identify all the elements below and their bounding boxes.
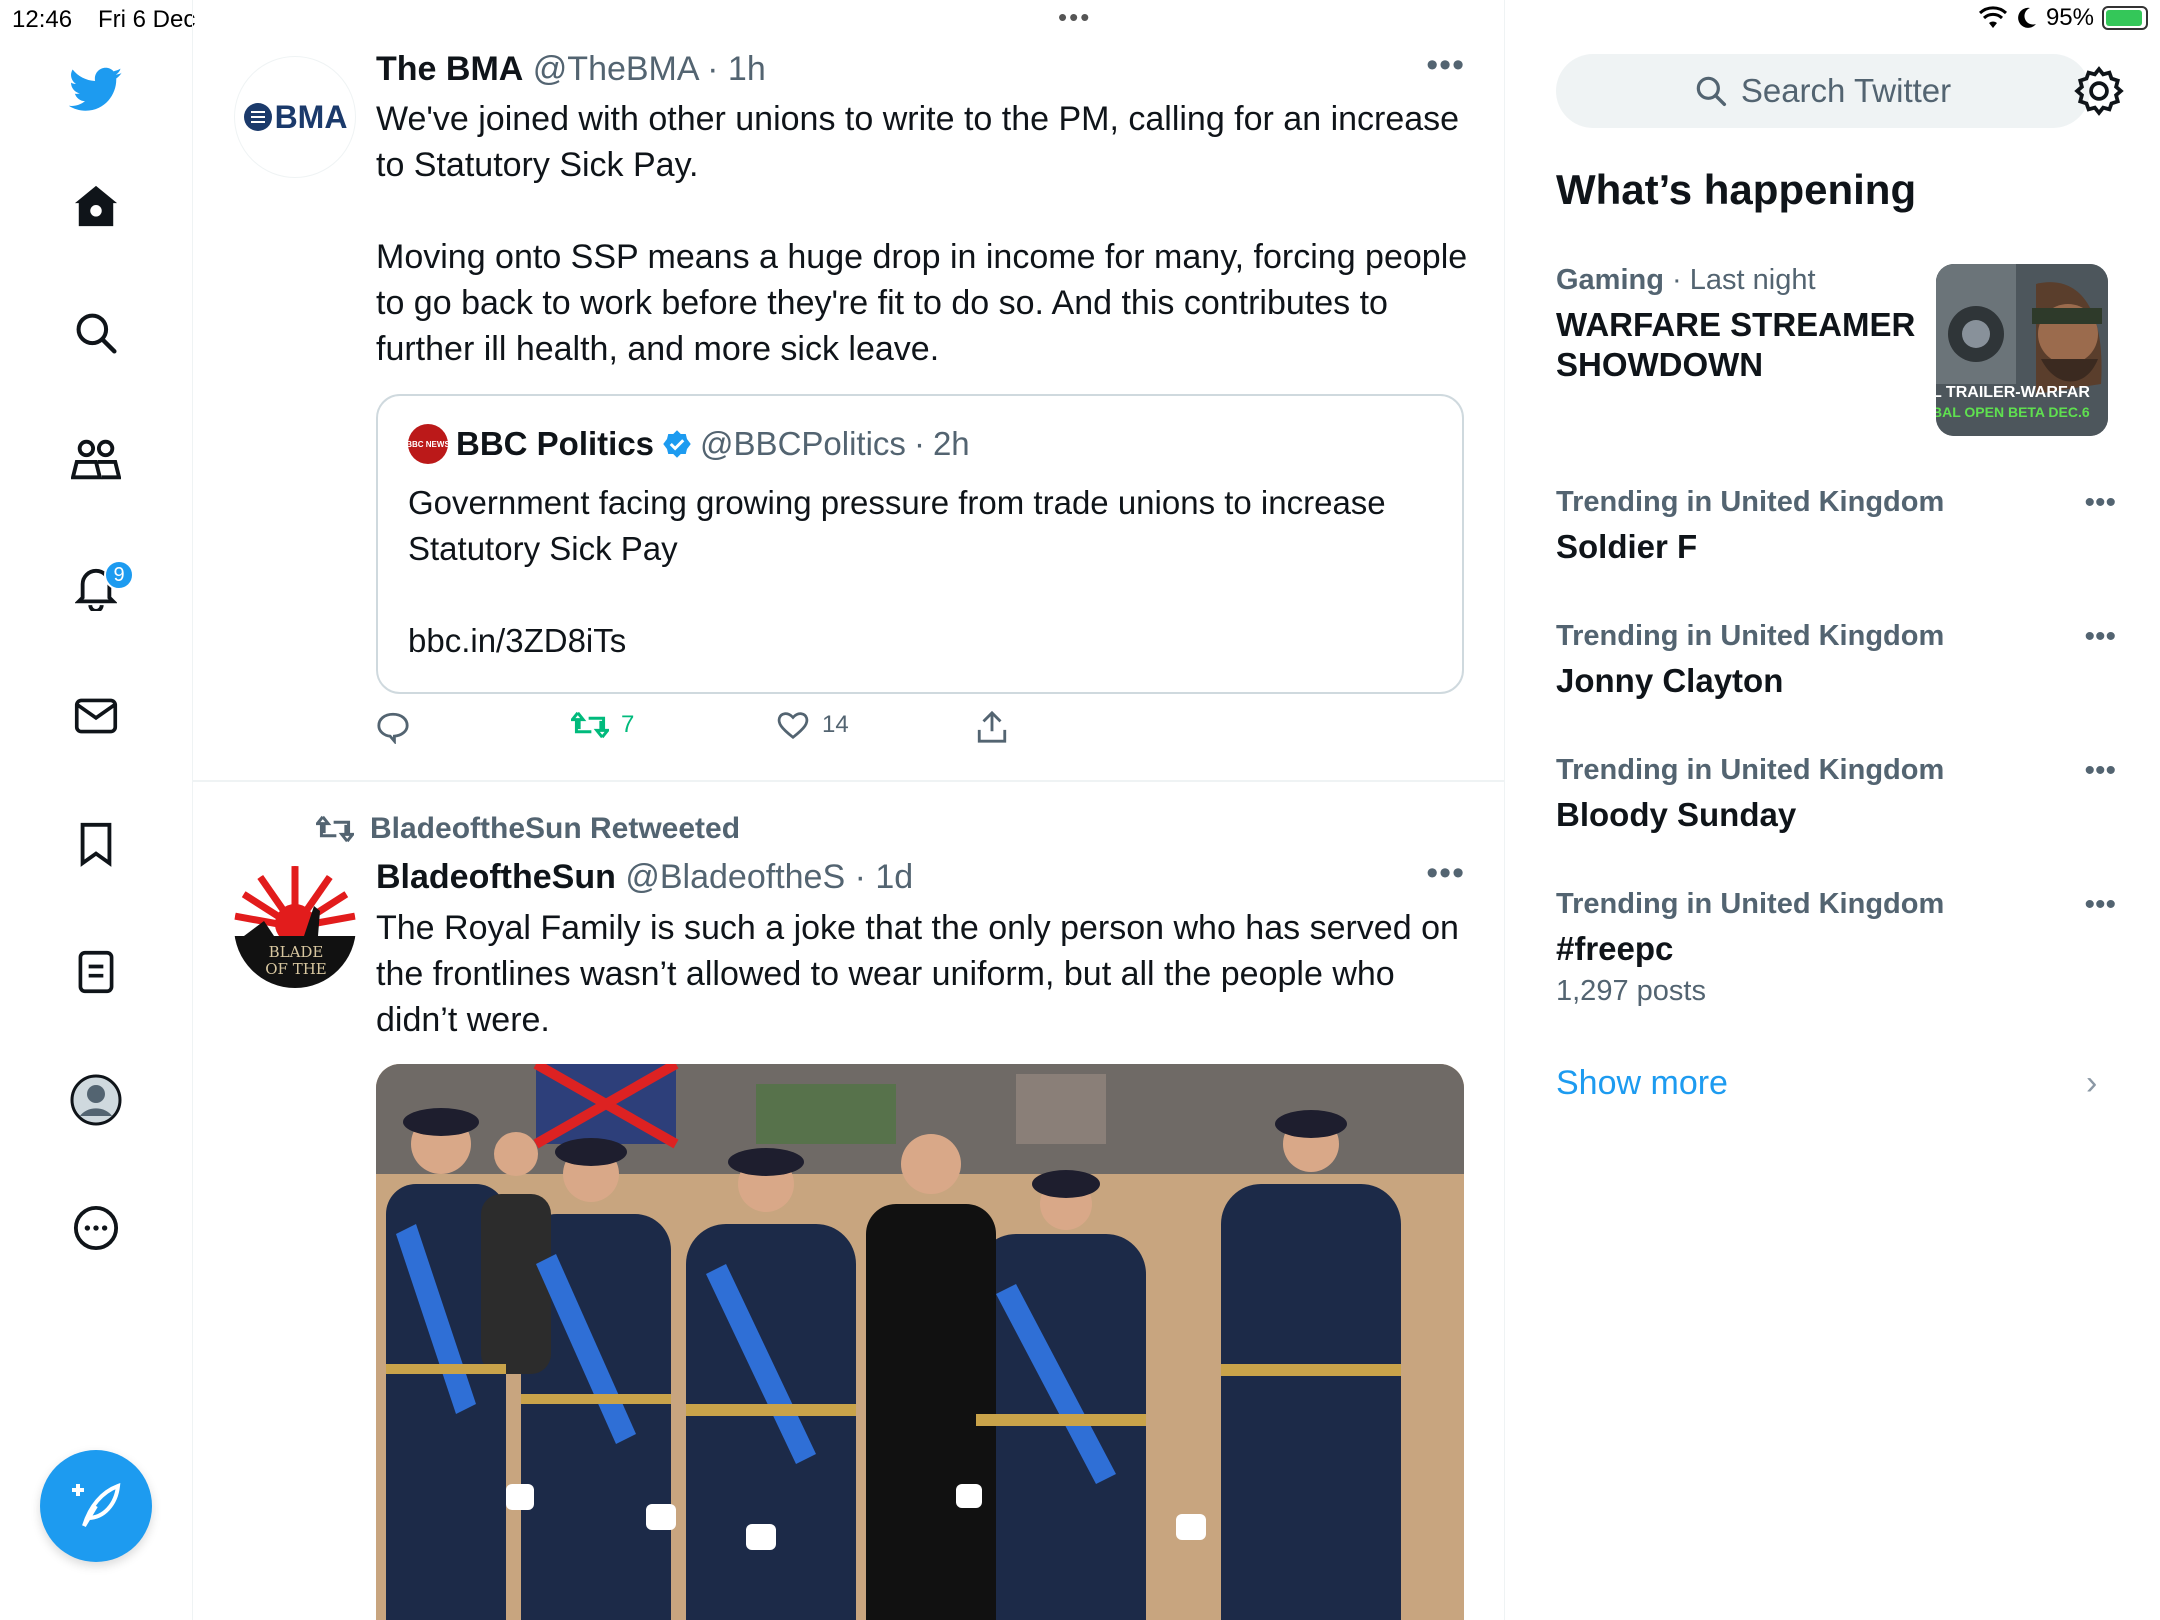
trend-item-jonny-clayton[interactable]: Trending in United Kingdom Jonny Clayton… (1556, 620, 2116, 701)
tweet-more-icon[interactable]: ••• (1426, 854, 1465, 893)
thumbnail-caption-2: BAL OPEN BETA DEC.6 (1936, 404, 2090, 420)
trend-more-icon[interactable]: ••• (2084, 486, 2116, 520)
royal-procession-photo (376, 1064, 1464, 1620)
left-navigation: 9 (0, 0, 193, 1620)
notification-count-badge: 9 (104, 560, 134, 590)
trend-category: Trending in United Kingdom (1556, 620, 1945, 652)
dot-separator: · (697, 50, 728, 88)
trend-category: Trending in United Kingdom (1556, 754, 1945, 786)
settings-gear-icon[interactable] (2074, 66, 2124, 116)
featured-trend-meta: Gaming · Last night (1556, 264, 1816, 296)
right-sidebar: Search Twitter What’s happening Gaming ·… (1506, 0, 2160, 1620)
featured-trend[interactable]: Gaming · Last night WARFARE STREAMER SHO… (1556, 264, 1926, 385)
thumbnail-caption-1: L TRAILER-WARFAR (1936, 384, 2090, 401)
reply-button[interactable] (376, 710, 410, 744)
share-button[interactable] (976, 710, 1008, 744)
trend-item-bloody-sunday[interactable]: Trending in United Kingdom Bloody Sunday… (1556, 754, 2116, 835)
trend-name: Soldier F (1556, 528, 1698, 565)
tweet-text: We've joined with other unions to write … (376, 100, 1468, 368)
tweet-time[interactable]: 1d (875, 858, 913, 896)
tweet-media-image[interactable] (376, 1064, 1464, 1620)
retweeted-by-text[interactable]: BladeoftheSun Retweeted (370, 812, 740, 846)
tweet-actions: 7 14 (376, 710, 1276, 754)
communities-icon[interactable] (68, 432, 124, 488)
bbc-logo-text: BBC NEWS (406, 439, 450, 449)
bma-logo-icon (243, 103, 272, 131)
reply-icon (377, 712, 409, 744)
trend-more-icon[interactable]: ••• (2084, 888, 2116, 922)
bma-avatar[interactable]: BMA (234, 56, 356, 178)
explore-search-icon[interactable] (68, 305, 124, 361)
trend-more-icon[interactable]: ••• (2084, 754, 2116, 788)
show-more-link[interactable]: Show more (1556, 1064, 1728, 1103)
trend-name: Jonny Clayton (1556, 662, 1784, 699)
featured-trend-time: Last night (1689, 264, 1816, 296)
tweet-author-name[interactable]: The BMA (376, 50, 523, 88)
retweet-button[interactable]: 7 (571, 710, 634, 740)
messages-envelope-icon[interactable] (68, 688, 124, 744)
tweet-author-handle[interactable]: @TheBMA (533, 50, 698, 88)
heart-icon (777, 712, 809, 740)
quoted-tweet-header: BBC NEWS BBC Politics @BBCPolitics · 2h (406, 424, 970, 464)
retweeted-by-line: BladeoftheSun Retweeted (316, 812, 740, 846)
bladeofthesun-avatar[interactable]: BLADE OF THE (234, 866, 356, 988)
retweet-icon (571, 711, 609, 739)
profile-avatar-icon[interactable] (68, 1072, 124, 1128)
dot-separator: · (845, 858, 876, 896)
tweet-author-handle[interactable]: @BladeoftheS (625, 858, 845, 896)
compose-feather-icon (72, 1482, 121, 1528)
tweet-time[interactable]: 1h (728, 50, 766, 88)
trend-category: Trending in United Kingdom (1556, 888, 1945, 920)
featured-trend-name: WARFARE STREAMER SHOWDOWN (1556, 306, 1916, 383)
bookmarks-icon[interactable] (68, 816, 124, 872)
tweet-more-icon[interactable]: ••• (1426, 46, 1465, 85)
quoted-tweet-time: 2h (932, 425, 970, 462)
trend-item-soldier-f[interactable]: Trending in United Kingdom Soldier F ••• (1556, 486, 2116, 567)
retweeted-icon (316, 815, 354, 843)
more-options-icon[interactable] (68, 1200, 124, 1256)
like-button[interactable]: 14 (776, 710, 849, 740)
tweet-header: BladeoftheSun @BladeoftheS · 1d (376, 858, 913, 897)
share-icon (977, 710, 1007, 743)
trend-more-icon[interactable]: ••• (2084, 620, 2116, 654)
twitter-logo-icon[interactable] (68, 62, 124, 118)
tweet-divider (193, 780, 1504, 782)
dot-separator: · (913, 425, 925, 462)
quoted-tweet[interactable]: BBC NEWS BBC Politics @BBCPolitics · 2h Go… (376, 394, 1464, 694)
tweet-text: The Royal Family is such a joke that the… (376, 909, 1469, 1039)
trend-item-freepc[interactable]: Trending in United Kingdom #freepc 1,297… (1556, 888, 2116, 1008)
bbc-news-logo-icon: BBC NEWS (406, 424, 450, 464)
search-bar[interactable]: Search Twitter (1556, 54, 2090, 128)
trend-name: #freepc (1556, 930, 1674, 967)
whats-happening-title: What’s happening (1556, 166, 1917, 213)
quoted-author-name: BBC Politics (456, 425, 655, 462)
bladeofthesun-avatar-text: BLADE OF THE (265, 943, 327, 978)
featured-trend-thumbnail[interactable]: L TRAILER-WARFAR BAL OPEN BETA DEC.6 (1936, 264, 2108, 436)
chevron-right-icon[interactable]: › (2086, 1064, 2097, 1103)
lists-icon[interactable] (68, 944, 124, 1000)
tweet-header: The BMA @TheBMA · 1h (376, 50, 766, 89)
verified-badge-icon (663, 430, 691, 458)
trend-post-count: 1,297 posts (1556, 975, 1706, 1007)
home-icon[interactable] (68, 178, 124, 234)
quoted-author-handle: @BBCPolitics (700, 425, 906, 462)
bma-avatar-text: BMA (274, 98, 348, 135)
like-count: 14 (822, 711, 849, 738)
featured-trend-category: Gaming (1556, 264, 1664, 296)
retweet-count: 7 (621, 711, 635, 738)
trend-name: Bloody Sunday (1556, 796, 1797, 833)
timeline[interactable]: BMA The BMA @TheBMA · 1h ••• We've joine… (193, 0, 1505, 1620)
compose-tweet-button[interactable] (40, 1450, 152, 1562)
quoted-tweet-text: Government facing growing pressure from … (408, 484, 1386, 659)
search-placeholder: Search Twitter (1740, 72, 1952, 109)
tweet-author-name[interactable]: BladeoftheSun (376, 858, 616, 896)
tweet-bma[interactable]: BMA The BMA @TheBMA · 1h ••• We've joine… (193, 0, 1504, 782)
search-icon (1696, 76, 1726, 107)
notifications-bell-icon[interactable]: 9 (68, 560, 134, 616)
trend-category: Trending in United Kingdom (1556, 486, 1945, 518)
